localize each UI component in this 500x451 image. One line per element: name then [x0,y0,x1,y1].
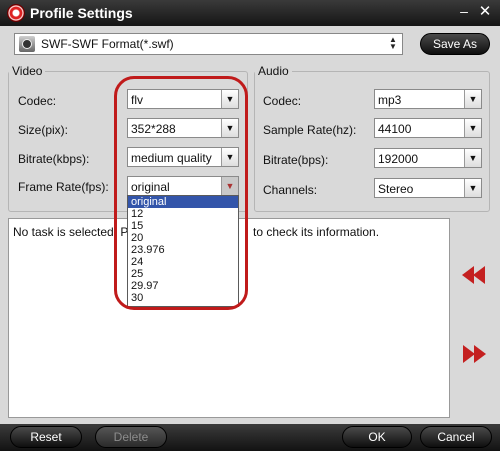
frame-rate-option[interactable]: 24 [128,256,238,268]
frame-rate-option[interactable]: 12 [128,208,238,220]
chevron-down-icon[interactable]: ▼ [464,90,481,108]
frame-rate-option[interactable]: 29.97 [128,280,238,292]
updown-arrows-icon[interactable]: ▲ ▼ [386,36,400,52]
video-codec-select[interactable]: flv ▼ [127,89,239,109]
frame-rate-option[interactable]: 20 [128,232,238,244]
close-icon[interactable]: ✕ [477,3,493,21]
film-reel-icon [19,36,35,52]
video-legend: Video [12,64,43,78]
channels-select[interactable]: Stereo ▼ [374,178,482,198]
save-as-button[interactable]: Save As [420,33,490,55]
sample-rate-select[interactable]: 44100 ▼ [374,118,482,138]
video-bitrate-value: medium quality [131,151,212,165]
audio-codec-label: Codec: [263,94,302,108]
video-size-label: Size(pix): [18,123,69,137]
video-size-value: 352*288 [131,122,176,136]
video-codec-label: Codec: [18,94,57,108]
frame-rate-value: original [131,180,170,194]
ok-button[interactable]: OK [342,426,412,448]
chevron-down-icon[interactable]: ▼ [464,149,481,167]
frame-rate-option[interactable]: 23.976 [128,244,238,256]
title-bar: Profile Settings – ✕ [0,0,500,26]
video-bitrate-select[interactable]: medium quality ▼ [127,147,239,167]
frame-rate-option[interactable]: 30 [128,292,238,304]
frame-rate-option[interactable]: 25 [128,268,238,280]
sample-rate-value: 44100 [378,122,412,136]
task-info-text-continued: to check its information. [253,225,380,239]
chevron-down-icon[interactable]: ▼ [221,90,238,108]
chevron-down-icon[interactable]: ▼ [221,177,238,195]
frame-rate-label: Frame Rate(fps): [18,180,109,194]
frame-rate-option[interactable]: 15 [128,220,238,232]
task-info-text: No task is selected. P [13,225,129,239]
previous-arrow-icon[interactable] [460,266,490,284]
window-title: Profile Settings [30,5,133,21]
video-codec-value: flv [131,93,143,107]
chevron-down-icon[interactable]: ▼ [221,148,238,166]
app-logo-icon [7,4,25,22]
channels-label: Channels: [263,183,318,197]
audio-bitrate-label: Bitrate(bps): [263,153,329,167]
audio-codec-select[interactable]: mp3 ▼ [374,89,482,109]
video-bitrate-label: Bitrate(kbps): [18,152,90,166]
next-arrow-icon[interactable] [460,345,490,363]
chevron-down-icon[interactable]: ▼ [464,179,481,197]
audio-codec-value: mp3 [378,93,402,107]
delete-button[interactable]: Delete [95,426,167,448]
audio-legend: Audio [258,64,289,78]
audio-bitrate-value: 192000 [378,152,419,166]
minimize-icon[interactable]: – [457,3,471,21]
frame-rate-dropdown-list: original 12 15 20 23.976 24 25 29.97 30 [127,195,239,307]
sample-rate-label: Sample Rate(hz): [263,123,357,137]
chevron-down-icon[interactable]: ▼ [221,119,238,137]
profile-format-value: SWF-SWF Format(*.swf) [41,37,174,51]
profile-format-select[interactable]: SWF-SWF Format(*.swf) ▲ ▼ [14,33,403,55]
audio-bitrate-select[interactable]: 192000 ▼ [374,148,482,168]
video-size-select[interactable]: 352*288 ▼ [127,118,239,138]
chevron-down-icon[interactable]: ▼ [464,119,481,137]
frame-rate-option[interactable]: original [128,196,238,208]
channels-value: Stereo [378,182,414,196]
cancel-button[interactable]: Cancel [420,426,492,448]
frame-rate-select[interactable]: original ▼ [127,176,239,196]
reset-button[interactable]: Reset [10,426,82,448]
